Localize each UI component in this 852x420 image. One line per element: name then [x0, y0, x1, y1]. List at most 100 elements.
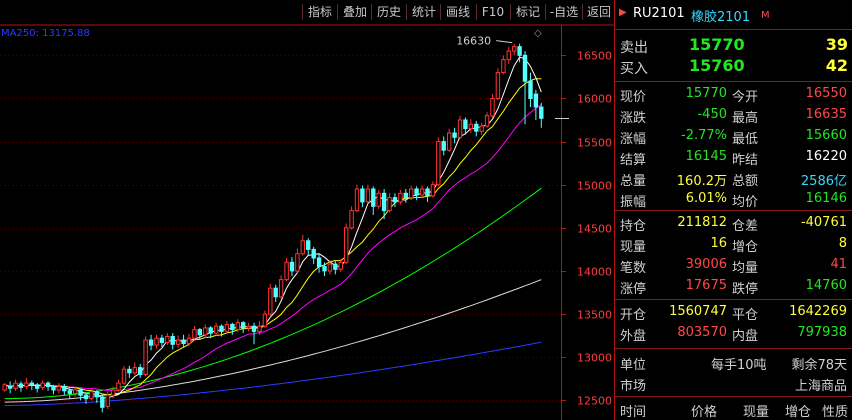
candle-body	[387, 197, 392, 212]
field-label: 持仓	[620, 219, 647, 234]
field-label: 跌停	[732, 282, 759, 297]
field-label: 涨跌	[620, 111, 647, 126]
toolbar-indicator-button[interactable]: 指标	[304, 3, 336, 21]
candle-body	[121, 368, 127, 384]
field-label: 增仓	[732, 240, 759, 255]
instrument-header: ▶ RU2101 橡胶2101 M	[615, 6, 852, 25]
candle-body	[2, 384, 7, 391]
candle-body	[398, 192, 403, 203]
candle-body	[300, 240, 306, 255]
candle-body	[517, 46, 522, 56]
toolbar-separator	[371, 4, 372, 20]
field-label: 均量	[732, 261, 759, 276]
toolbar-separator	[582, 4, 583, 20]
diamond-icon: ◇	[534, 28, 542, 39]
candle-body	[419, 188, 425, 196]
candle-body	[490, 98, 495, 117]
toolbar-separator	[545, 4, 546, 20]
candle-body	[94, 391, 100, 398]
candle-body	[474, 123, 479, 132]
instrument-flag: M	[761, 10, 770, 21]
market-label: 市场	[620, 379, 647, 394]
field-label: 涨幅	[620, 132, 647, 147]
candle-body	[7, 386, 13, 389]
y-tick-label: 14500	[577, 223, 612, 236]
candle-body	[376, 192, 381, 207]
candle-body	[414, 188, 419, 196]
ticks-header-cell: 时间	[620, 405, 647, 420]
candle-body	[197, 329, 203, 336]
toolbar-overlay-button[interactable]: 叠加	[339, 3, 371, 21]
sell-price: 15770	[689, 35, 745, 54]
y-tick-label: 12500	[577, 395, 612, 408]
ma120-line	[4, 279, 542, 403]
buy-volume: 42	[825, 56, 848, 75]
field-value: 14760	[805, 278, 847, 293]
candle-body	[316, 257, 322, 268]
field-label: 最高	[732, 111, 759, 126]
buy-label: 买入	[620, 61, 648, 77]
candle-body	[138, 367, 143, 376]
quote-row: 振幅 6.01% 均价 16146	[615, 191, 852, 210]
buy-price: 15760	[689, 56, 745, 75]
candle-body	[289, 261, 295, 272]
position-row: 现量 16 增仓 8	[615, 236, 852, 255]
candle-body	[533, 93, 539, 108]
toolbar-back-button[interactable]: 返回	[584, 3, 614, 21]
unit-value: 每手10吨	[711, 358, 767, 373]
toolbar-separator	[440, 4, 441, 20]
field-label: 振幅	[620, 195, 647, 210]
ma20-line	[4, 104, 542, 392]
field-value: 2586亿	[800, 174, 847, 189]
kline-chart[interactable]: 12500 13000 13500 14000 14500 15000 15500 16000…	[0, 0, 615, 420]
candle-body	[89, 391, 94, 400]
candle-body	[45, 382, 51, 388]
high-marker-label: 16630	[456, 35, 491, 48]
field-value: 160.2万	[676, 174, 727, 189]
ticks-header-cell: 性质	[822, 405, 849, 420]
field-value: 16550	[805, 86, 847, 101]
field-label: 总额	[732, 174, 759, 189]
candle-body	[360, 188, 365, 203]
candle-body	[127, 368, 132, 374]
unit-row: 单位 每手10吨 剩余78天	[615, 354, 852, 373]
candle-body	[186, 337, 192, 344]
toolbar-separator	[302, 4, 303, 20]
ma5-line	[4, 56, 542, 399]
candle-body	[338, 261, 344, 270]
field-value: 41	[830, 257, 847, 272]
field-label: 内盘	[732, 329, 759, 344]
toolbar-mark-button[interactable]: 标记	[512, 3, 544, 21]
candle-body	[251, 325, 257, 332]
field-label: 总量	[620, 174, 647, 189]
field-value: 803570	[677, 325, 727, 340]
field-label: 仓差	[732, 219, 759, 234]
candle-body	[457, 119, 463, 138]
toolbar-draw-line-button[interactable]: 画线	[442, 3, 474, 21]
field-value: 6.01%	[685, 191, 727, 206]
sell-volume: 39	[825, 35, 848, 54]
candle-body	[40, 382, 45, 388]
candle-body	[192, 329, 197, 339]
toolbar-stats-button[interactable]: 统计	[408, 3, 440, 21]
instrument-name: 橡胶2101	[691, 10, 751, 25]
toolbar-separator	[476, 4, 477, 20]
play-icon[interactable]: ▶	[619, 7, 627, 18]
quote-row: 涨幅 -2.77% 最低 15660	[615, 128, 852, 147]
field-value: 15770	[685, 86, 727, 101]
y-tick-label: 13500	[577, 309, 612, 322]
field-label: 今开	[732, 90, 759, 105]
candle-body	[29, 382, 35, 386]
field-label: 外盘	[620, 329, 647, 344]
market-value: 上海商品	[794, 379, 847, 394]
candle-body	[13, 382, 18, 389]
divider	[615, 396, 852, 397]
field-label: 现量	[620, 240, 647, 255]
candle-body	[344, 227, 349, 263]
candle-body	[51, 386, 56, 391]
toolbar-f10-button[interactable]: F10	[478, 3, 508, 21]
toolbar-history-button[interactable]: 历史	[373, 3, 405, 21]
field-value: -450	[697, 107, 727, 122]
toolbar-watchlist-button[interactable]: -自选	[547, 3, 581, 21]
candle-body	[295, 253, 300, 272]
